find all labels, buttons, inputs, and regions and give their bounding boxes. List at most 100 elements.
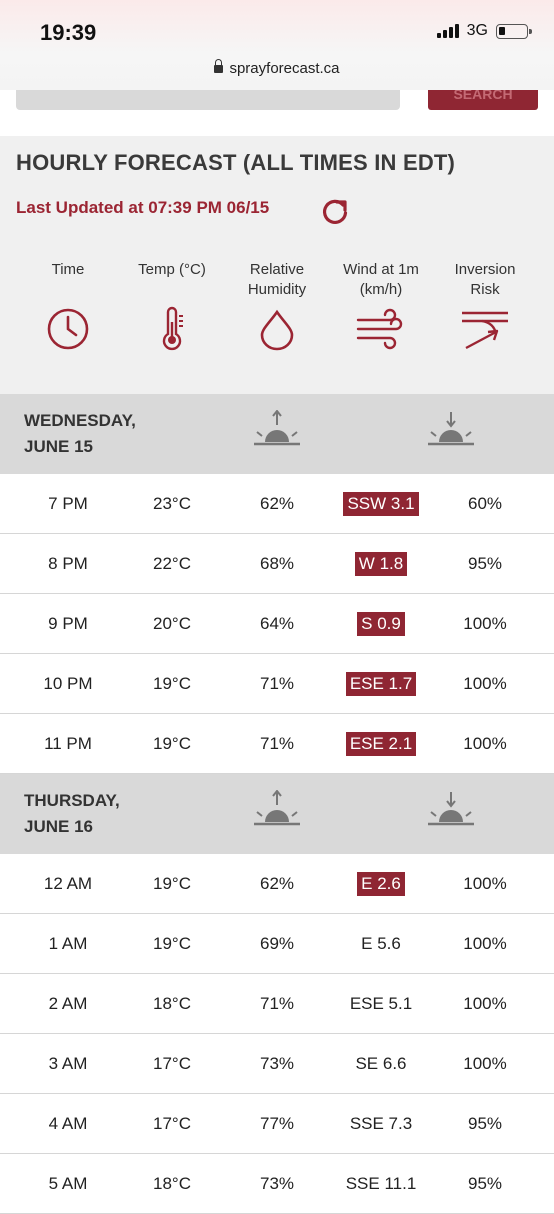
time-cell: 5 AM bbox=[48, 1174, 88, 1193]
humidity-cell: 71% bbox=[259, 994, 295, 1013]
day-label-line2: JUNE 16 bbox=[24, 817, 93, 836]
day-label-line1: THURSDAY, bbox=[24, 791, 120, 810]
sunset-icon bbox=[428, 792, 474, 826]
humidity-cell: 62% bbox=[259, 874, 295, 893]
time-cell: 10 PM bbox=[43, 674, 93, 693]
page-title: HOURLY FORECAST (ALL TIMES IN EDT) bbox=[16, 150, 456, 175]
col-header-time: Time bbox=[13, 260, 123, 280]
day-label-line1: WEDNESDAY, bbox=[24, 411, 136, 430]
table-row: 8 PM 22°C 68% W 1.8 95% bbox=[0, 534, 554, 594]
col-header-inversion-line2: Risk bbox=[470, 281, 500, 298]
clock-icon bbox=[47, 308, 89, 350]
humidity-cell: 71% bbox=[259, 674, 295, 693]
humidity-cell: 73% bbox=[259, 1054, 295, 1073]
day-header: WEDNESDAY, JUNE 15 bbox=[0, 394, 554, 474]
signal-icon bbox=[436, 24, 459, 38]
inversion-cell: 100% bbox=[463, 614, 507, 633]
address-bar[interactable]: sprayforecast.ca bbox=[0, 59, 554, 77]
droplet-icon bbox=[260, 309, 294, 351]
inversion-cell: 95% bbox=[467, 1174, 503, 1193]
inversion-cell: 100% bbox=[463, 734, 507, 753]
wind-cell: SSW 3.1 bbox=[326, 474, 436, 534]
temp-cell: 17°C bbox=[153, 1114, 191, 1133]
col-header-inversion: Inversion Risk bbox=[430, 260, 540, 300]
refresh-icon[interactable] bbox=[318, 194, 352, 228]
table-row: 9 PM 20°C 64% S 0.9 100% bbox=[0, 594, 554, 654]
table-row: 4 AM 17°C 77% SSE 7.3 95% bbox=[0, 1094, 554, 1154]
inversion-cell: 60% bbox=[467, 494, 503, 513]
day-label-line2: JUNE 15 bbox=[24, 437, 93, 456]
temp-cell: 22°C bbox=[153, 554, 191, 573]
temp-cell: 23°C bbox=[153, 494, 191, 513]
time-cell: 4 AM bbox=[48, 1114, 88, 1133]
wind-badge: ESE 1.7 bbox=[345, 672, 417, 696]
search-button[interactable]: SEARCH bbox=[428, 90, 538, 110]
inversion-icon bbox=[462, 311, 508, 350]
url-text: sprayforecast.ca bbox=[229, 60, 340, 77]
table-row: 1 AM 19°C 69% E 5.6 100% bbox=[0, 914, 554, 974]
inversion-cell: 100% bbox=[463, 994, 507, 1013]
wind-icon bbox=[356, 308, 403, 350]
col-header-wind-line1: Wind at 1m bbox=[343, 261, 419, 278]
table-row: 10 PM 19°C 71% ESE 1.7 100% bbox=[0, 654, 554, 714]
wind-badge: SSW 3.1 bbox=[343, 492, 419, 516]
time-cell: 2 AM bbox=[48, 994, 88, 1013]
sunset-icon bbox=[428, 412, 474, 446]
humidity-cell: 64% bbox=[259, 614, 295, 633]
table-row: 5 AM 18°C 73% SSE 11.1 95% bbox=[0, 1154, 554, 1214]
network-type: 3G bbox=[466, 22, 488, 39]
inversion-cell: 100% bbox=[463, 934, 507, 953]
table-row: 2 AM 18°C 71% ESE 5.1 100% bbox=[0, 974, 554, 1034]
temp-cell: 19°C bbox=[153, 934, 191, 953]
search-input[interactable] bbox=[16, 90, 400, 110]
wind-badge: ESE 2.1 bbox=[345, 732, 417, 756]
table-row: 11 PM 19°C 71% ESE 2.1 100% bbox=[0, 714, 554, 774]
inversion-cell: 100% bbox=[463, 674, 507, 693]
humidity-cell: 73% bbox=[259, 1174, 295, 1193]
wind-cell: ESE 2.1 bbox=[326, 714, 436, 774]
temp-cell: 19°C bbox=[153, 734, 191, 753]
table-row: 3 AM 17°C 73% SE 6.6 100% bbox=[0, 1034, 554, 1094]
col-header-humidity-line1: Relative bbox=[249, 261, 305, 278]
wind-cell: S 0.9 bbox=[326, 594, 436, 654]
battery-icon bbox=[496, 23, 532, 39]
sunrise-icon bbox=[254, 410, 300, 446]
wind-badge: E 2.6 bbox=[357, 872, 405, 896]
temp-cell: 18°C bbox=[153, 994, 191, 1013]
inversion-cell: 95% bbox=[467, 1114, 503, 1133]
status-indicators: 3G bbox=[436, 22, 532, 40]
last-updated-text: Last Updated at 07:39 PM 06/15 bbox=[16, 198, 270, 217]
wind-cell: E 5.6 bbox=[361, 934, 401, 953]
time-cell: 3 AM bbox=[48, 1054, 88, 1073]
day-label: THURSDAY, JUNE 16 bbox=[24, 788, 120, 840]
forecast-header: HOURLY FORECAST (ALL TIMES IN EDT) Last … bbox=[0, 136, 554, 394]
humidity-cell: 69% bbox=[259, 934, 295, 953]
wind-badge: S 0.9 bbox=[357, 612, 405, 636]
temp-cell: 20°C bbox=[153, 614, 191, 633]
time-cell: 9 PM bbox=[48, 614, 88, 633]
temp-cell: 19°C bbox=[153, 674, 191, 693]
lock-icon bbox=[214, 59, 224, 73]
wind-cell: SSE 11.1 bbox=[345, 1174, 417, 1193]
day-label: WEDNESDAY, JUNE 15 bbox=[24, 408, 136, 460]
humidity-cell: 68% bbox=[259, 554, 295, 573]
humidity-cell: 62% bbox=[259, 494, 295, 513]
col-header-temp: Temp (°C) bbox=[117, 260, 227, 280]
temp-cell: 19°C bbox=[153, 874, 191, 893]
time-cell: 11 PM bbox=[44, 734, 92, 753]
wind-cell: SE 6.6 bbox=[355, 1054, 407, 1073]
wind-cell: ESE 5.1 bbox=[349, 994, 413, 1013]
search-strip: SEARCH bbox=[0, 90, 554, 136]
col-header-humidity: Relative Humidity bbox=[222, 260, 332, 300]
wind-cell: W 1.8 bbox=[326, 534, 436, 594]
day-header: THURSDAY, JUNE 16 bbox=[0, 774, 554, 854]
inversion-cell: 100% bbox=[463, 874, 507, 893]
status-bar: 19:39 3G sprayforecast.ca bbox=[0, 0, 554, 90]
status-time: 19:39 bbox=[40, 20, 97, 45]
table-row: 12 AM 19°C 62% E 2.6 100% bbox=[0, 854, 554, 914]
time-cell: 7 PM bbox=[48, 494, 88, 513]
inversion-cell: 100% bbox=[463, 1054, 507, 1073]
temp-cell: 18°C bbox=[153, 1174, 191, 1193]
time-cell: 8 PM bbox=[48, 554, 88, 573]
col-header-inversion-line1: Inversion bbox=[454, 261, 516, 278]
